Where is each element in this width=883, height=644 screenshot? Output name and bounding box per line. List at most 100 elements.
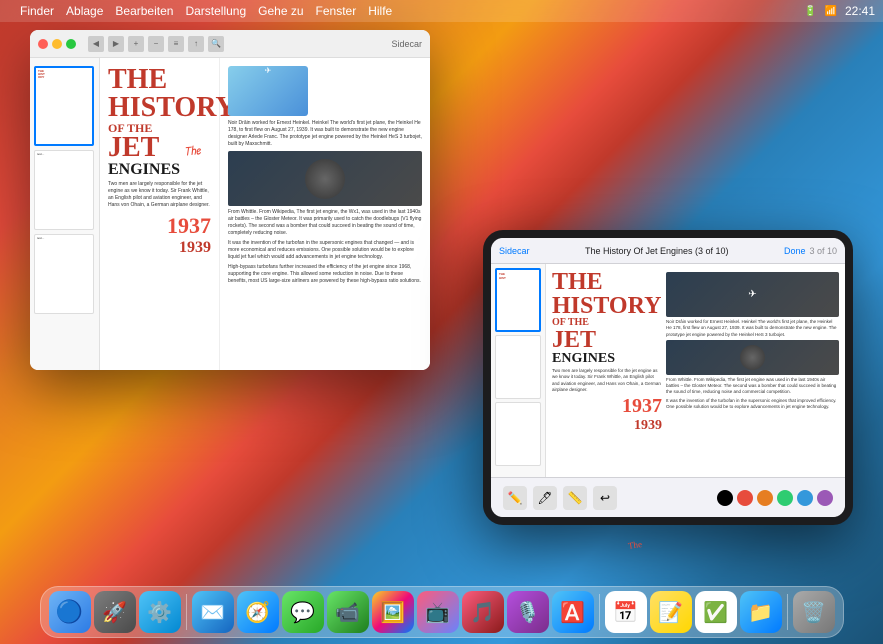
ipad-toolbar-left: Sidecar (499, 246, 530, 256)
close-button[interactable] (38, 39, 48, 49)
dock-appstore[interactable]: 🅰️ (552, 591, 594, 633)
dock: 🔵 🚀 ⚙️ ✉️ 🧭 💬 📹 🖼️ 📺 🎵 🎙️ 🅰️ 📅 📝 ✅ 📁 🗑️ (40, 586, 844, 638)
ipad-plane-image: ✈ (666, 272, 839, 317)
dock-launchpad[interactable]: 🚀 (94, 591, 136, 633)
ipad-title-history: HISTORY (552, 294, 662, 318)
color-swatch-red[interactable] (737, 490, 753, 506)
color-swatch-black[interactable] (717, 490, 733, 506)
menu-darstellung[interactable]: Darstellung (185, 4, 246, 18)
ipad-body-right-3: It was the invention of the turbofan in … (666, 398, 839, 411)
toolbar-icons: ◀ ▶ + − ≡ ↑ 🔍 (88, 36, 224, 52)
turbine-circle-graphic (305, 159, 345, 199)
doc-title-the: THE (108, 66, 211, 94)
ipad-toolbar-title: The History Of Jet Engines (3 of 10) (585, 246, 729, 256)
pen-tool-pencil[interactable]: ✏️ (503, 486, 527, 510)
toolbar-zoom-out-icon[interactable]: − (148, 36, 164, 52)
dock-notes[interactable]: 📝 (650, 591, 692, 633)
menu-datetime[interactable]: 22:41 (845, 4, 875, 18)
dock-photos[interactable]: 🖼️ (372, 591, 414, 633)
ipad-body-left: Two men are largely responsible for the … (552, 368, 662, 393)
menu-hilfe[interactable]: Hilfe (368, 4, 392, 18)
ipad-thumb-2[interactable] (495, 335, 541, 399)
menu-gehe-zu[interactable]: Gehe zu (258, 4, 303, 18)
menu-wifi-icon: 📶 (825, 6, 837, 17)
doc-title-history: HISTORY (108, 94, 211, 122)
dock-music[interactable]: 🎵 (462, 591, 504, 633)
toolbar-forward-icon[interactable]: ▶ (108, 36, 124, 52)
page-thumb-2[interactable]: text... (34, 150, 94, 230)
doc-title-engines: ENGINES (108, 162, 211, 178)
ipad-content: THEHIST THE HISTORY OF THE JET ENGINES T… (491, 264, 845, 477)
ipad-done-button[interactable]: Done (784, 246, 806, 256)
doc-title-jet: JET (108, 134, 211, 162)
dock-files[interactable]: 📁 (740, 591, 782, 633)
ipad-bottom-toolbar: ✏️ 🖊 📏 ↩ (491, 477, 845, 517)
pen-tool-marker[interactable]: 📏 (563, 486, 587, 510)
menu-bar-left: Finder Ablage Bearbeiten Darstellung Geh… (8, 4, 392, 18)
maximize-button[interactable] (66, 39, 76, 49)
ipad-title-jet: JET (552, 328, 662, 352)
ipad-doc-left: THE HISTORY OF THE JET ENGINES Two men a… (552, 270, 662, 471)
ipad-doc-right: ✈ Noir Drâin worked for Ernest Heinkel. … (666, 270, 839, 471)
doc-right-column: ✈ Noir Drâin worked for Ernest Heinkel. … (220, 58, 430, 370)
toolbar-search-icon[interactable]: 🔍 (208, 36, 224, 52)
page-thumb-1[interactable]: THEHISTORY (34, 66, 94, 146)
color-swatches (717, 490, 833, 506)
dock-facetime[interactable]: 📹 (327, 591, 369, 633)
doc-body-right-4: High-bypass turbofans further increased … (228, 264, 422, 285)
menu-bearbeiten[interactable]: Bearbeiten (115, 4, 173, 18)
ipad-title-engines: ENGINES (552, 352, 662, 366)
doc-body-left: Two men are largely responsible for the … (108, 181, 211, 209)
pen-tools: ✏️ 🖊 📏 ↩ (503, 486, 617, 510)
dock-safari[interactable]: 🧭 (237, 591, 279, 633)
menu-battery-icon: 🔋 (804, 6, 816, 17)
doc-left-column: THE HISTORY OF THE JET ENGINES Two men a… (100, 58, 220, 370)
menu-bar: Finder Ablage Bearbeiten Darstellung Geh… (0, 0, 883, 22)
dock-system-preferences[interactable]: ⚙️ (139, 591, 181, 633)
doc-body-right-3: It was the invention of the turbofan in … (228, 240, 422, 261)
toolbar-zoom-in-icon[interactable]: + (128, 36, 144, 52)
dock-trash[interactable]: 🗑️ (793, 591, 835, 633)
ipad: Sidecar The History Of Jet Engines (3 of… (483, 230, 853, 525)
dock-podcasts[interactable]: 🎙️ (507, 591, 549, 633)
color-swatch-green[interactable] (777, 490, 793, 506)
dock-messages[interactable]: 💬 (282, 591, 324, 633)
dock-calendar[interactable]: 📅 (605, 591, 647, 633)
color-swatch-blue[interactable] (797, 490, 813, 506)
ipad-toolbar: Sidecar The History Of Jet Engines (3 of… (491, 238, 845, 264)
doc-year-1937: 1937 (108, 213, 211, 239)
turbine-image (228, 151, 422, 206)
menu-fenster[interactable]: Fenster (316, 4, 357, 18)
minimize-button[interactable] (52, 39, 62, 49)
page-thumb-3[interactable]: text... (34, 234, 94, 314)
ipad-page-info: 3 of 10 (809, 246, 837, 256)
menu-ablage[interactable]: Ablage (66, 4, 103, 18)
doc-year-1939: 1939 (108, 239, 211, 257)
ipad-screen: Sidecar The History Of Jet Engines (3 of… (491, 238, 845, 517)
menu-bar-right: 🔋 📶 22:41 (804, 4, 875, 18)
pen-tool-pen[interactable]: 🖊 (533, 486, 557, 510)
toolbar-back-icon[interactable]: ◀ (88, 36, 104, 52)
ipad-thumb-1[interactable]: THEHIST (495, 268, 541, 332)
ipad-turbine-graphic (740, 345, 765, 370)
doc-content: THEHISTORY text... text... THE HISTORY O… (30, 58, 430, 370)
ipad-title-the: THE (552, 270, 662, 294)
dock-finder[interactable]: 🔵 (49, 591, 91, 633)
toolbar-share-icon[interactable]: ↑ (188, 36, 204, 52)
dock-tv[interactable]: 📺 (417, 591, 459, 633)
pen-tool-undo[interactable]: ↩ (593, 486, 617, 510)
menu-finder[interactable]: Finder (20, 4, 54, 18)
dock-reminders[interactable]: ✅ (695, 591, 737, 633)
ipad-doc-main: THE HISTORY OF THE JET ENGINES Two men a… (546, 264, 845, 477)
color-swatch-orange[interactable] (757, 490, 773, 506)
imac-window: ◀ ▶ + − ≡ ↑ 🔍 Sidecar THEHISTORY text... (30, 30, 430, 370)
ipad-toolbar-right: Done 3 of 10 (784, 246, 837, 256)
color-swatch-purple[interactable] (817, 490, 833, 506)
toolbar-view-icon[interactable]: ≡ (168, 36, 184, 52)
ipad-back-button[interactable]: Sidecar (499, 246, 530, 256)
ipad-year-1939: 1939 (552, 418, 662, 434)
dock-separator-3 (787, 594, 788, 630)
ipad-thumb-3[interactable] (495, 402, 541, 466)
doc-body-right-2: From Whittle. From Wikipedia, The first … (228, 209, 422, 237)
dock-mail[interactable]: ✉️ (192, 591, 234, 633)
